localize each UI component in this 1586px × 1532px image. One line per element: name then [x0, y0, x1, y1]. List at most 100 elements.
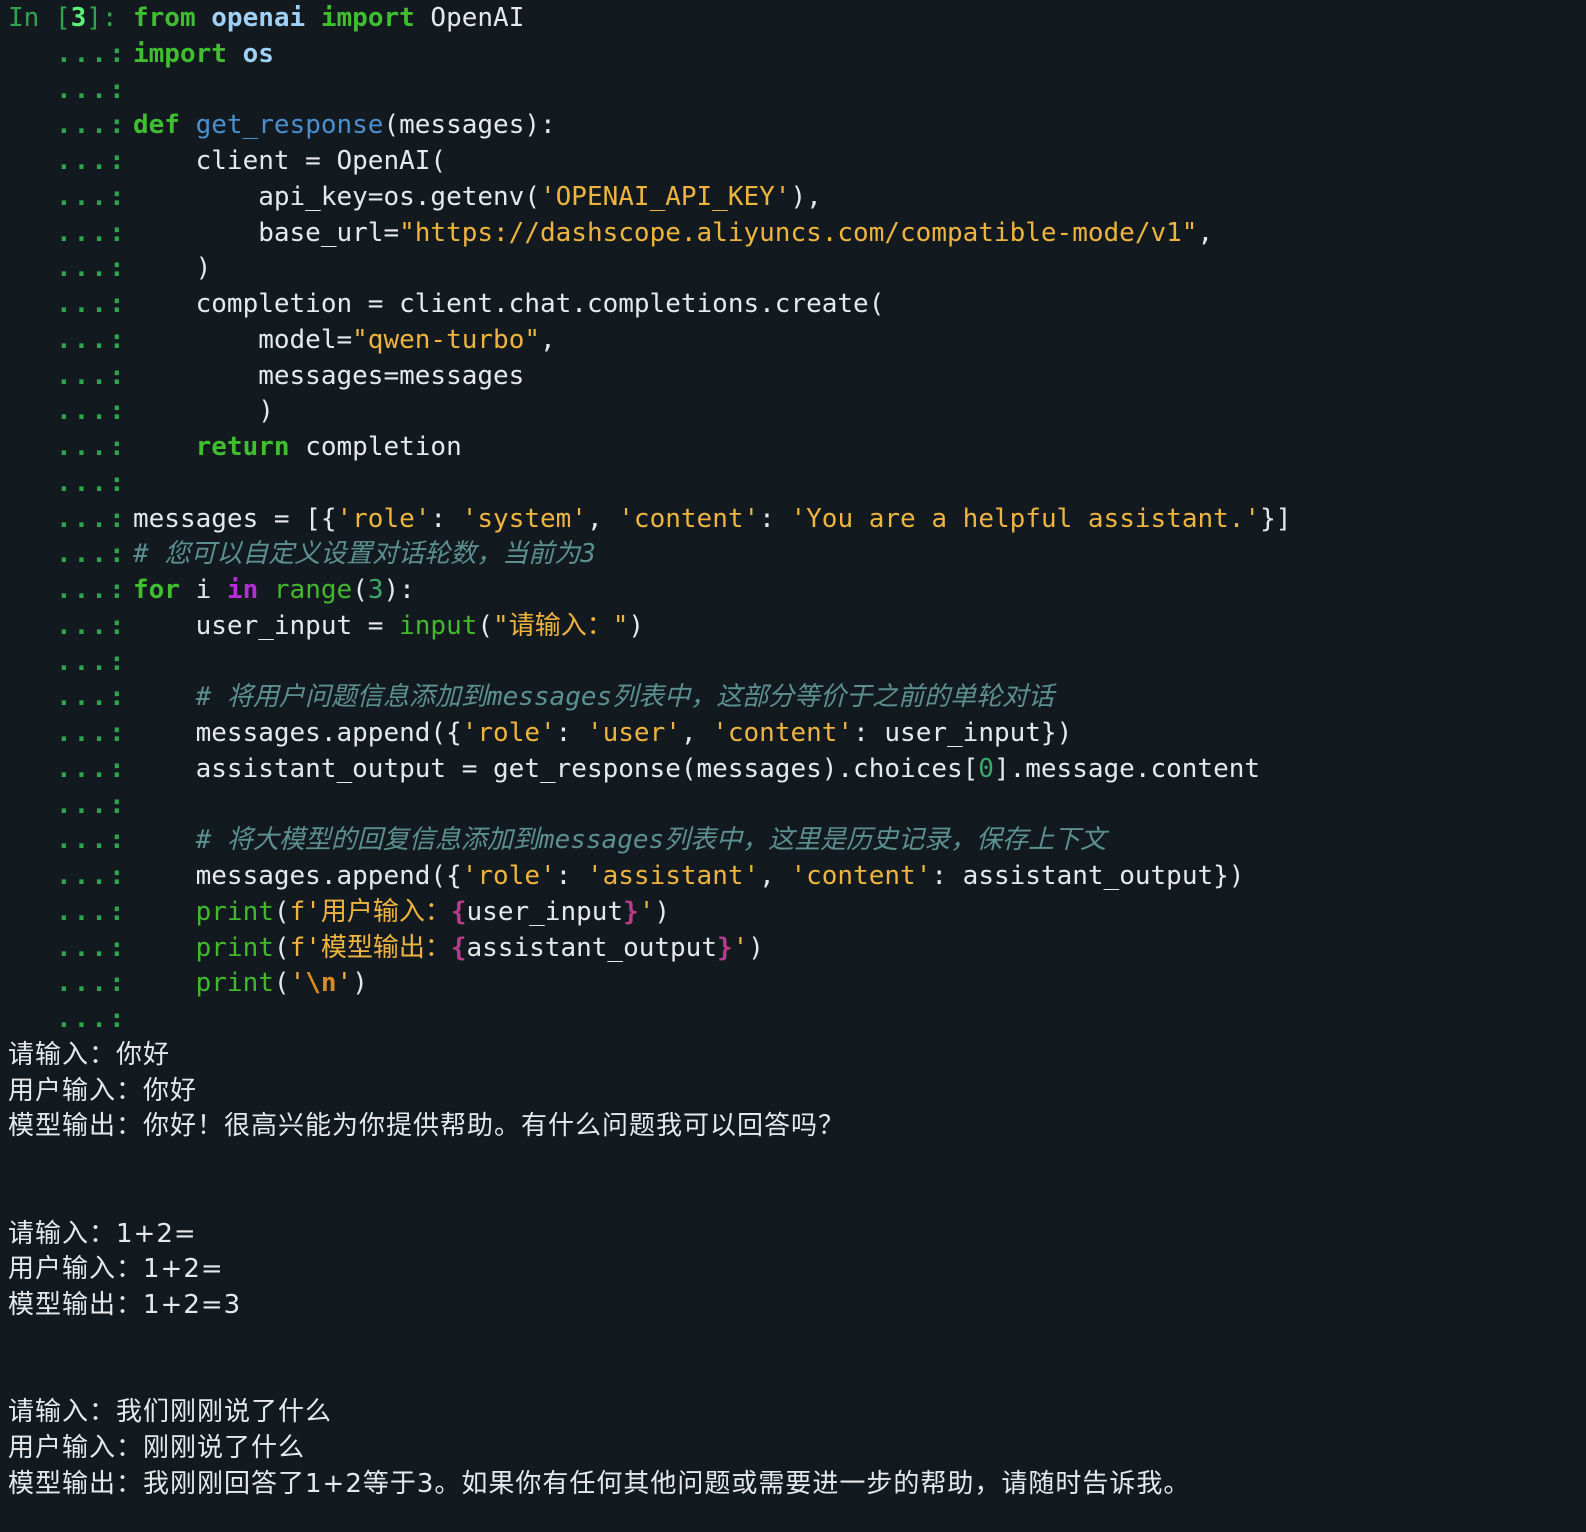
- continuation-marker: ...:: [56, 753, 127, 784]
- code-token-str: f'模型输出：: [289, 932, 451, 963]
- code-token-interp: }: [716, 932, 733, 963]
- code-token-str: 'content': [618, 503, 760, 534]
- code-token-plain: ): [133, 396, 274, 427]
- continuation-marker: ...:: [56, 646, 127, 677]
- continuation-marker: ...:: [56, 610, 127, 641]
- code-line: ...: print('\n'): [8, 965, 1578, 1001]
- output-line: 请输入：你好: [8, 1039, 171, 1070]
- code-token-plain: (: [273, 896, 290, 927]
- code-token-plain: completion = client.chat.completions.cre…: [133, 289, 885, 319]
- code-line: In [3]: from openai import OpenAI: [8, 0, 1578, 36]
- continuation-marker: ...:: [56, 503, 127, 534]
- code-line: ...: model="qwen-turbo",: [8, 322, 1578, 358]
- code-token-plain: ,: [680, 718, 713, 748]
- output-line: 请输入：1+2=: [8, 1218, 197, 1249]
- code-token-plain: model=: [133, 324, 353, 355]
- continuation-prompt: ...:: [8, 1001, 133, 1037]
- code-token-plain: completion: [289, 432, 462, 462]
- continuation-marker: ...:: [56, 825, 127, 856]
- code-token-esc: \n: [305, 968, 337, 999]
- continuation-prompt: ...:: [8, 930, 133, 966]
- continuation-marker: ...:: [56, 253, 127, 284]
- continuation-prompt: ...:: [8, 751, 133, 787]
- code-line: ...: for i in range(3):: [8, 572, 1578, 608]
- code-token-kw: return: [195, 432, 290, 462]
- continuation-marker: ...:: [56, 181, 127, 212]
- code-token-builtin: input: [399, 610, 478, 641]
- code-line: ...: import os: [8, 36, 1578, 72]
- code-token-str: ': [732, 932, 749, 963]
- code-line: ...: print(f'用户输入：{user_input}'): [8, 894, 1578, 930]
- code-token-interp: {: [450, 932, 467, 963]
- code-token-plain: (: [352, 575, 368, 605]
- code-cell[interactable]: In [3]: from openai import OpenAI...: imp…: [8, 0, 1578, 1037]
- continuation-prompt: ...:: [8, 787, 133, 823]
- code-token-str: 'role': [461, 861, 556, 891]
- code-token-comment: # 将大模型的回复信息添加到messages列表中，这里是历史记录，保存上下文: [195, 825, 1107, 856]
- code-token-plain: : assistant_output}): [931, 861, 1245, 891]
- code-token-kw: for: [133, 575, 180, 605]
- continuation-marker: ...:: [56, 432, 127, 462]
- code-line: ...: messages.append({'role': 'assistant…: [8, 858, 1578, 894]
- code-token-plain: ),: [790, 181, 822, 212]
- code-token-plain: assistant_output: [466, 932, 717, 963]
- code-token-plain: messages.append({: [133, 718, 462, 748]
- code-token-str: 'role': [461, 718, 556, 748]
- code-line: ...: return completion: [8, 429, 1578, 465]
- continuation-prompt: ...:: [8, 894, 133, 930]
- continuation-prompt: ...:: [8, 215, 133, 251]
- code-line: ...: assistant_output = get_response(mes…: [8, 751, 1578, 787]
- code-token-kw: import: [133, 38, 227, 69]
- code-line: ...: ): [8, 393, 1578, 429]
- continuation-marker: ...:: [56, 324, 127, 355]
- output-line: 模型输出：1+2=3: [8, 1290, 242, 1320]
- output-line: 请输入：我们刚刚说了什么: [8, 1397, 333, 1428]
- code-token-plain: messages.append({: [133, 861, 462, 891]
- continuation-prompt: ...:: [8, 858, 133, 894]
- code-token-str: 'You are a helpful assistant.': [790, 503, 1261, 534]
- continuation-prompt: ...:: [8, 572, 133, 608]
- code-token-plain: ,: [540, 324, 556, 355]
- code-line: ...:: [8, 72, 1578, 108]
- continuation-marker: ...:: [56, 861, 127, 891]
- continuation-prompt: ...:: [8, 393, 133, 429]
- continuation-marker: ...:: [56, 110, 127, 141]
- continuation-marker: ...:: [56, 896, 127, 927]
- code-token-num: 0: [978, 753, 994, 784]
- code-token-plain: :: [555, 718, 587, 748]
- continuation-marker: ...:: [56, 718, 127, 748]
- cell-output: 请输入：你好 用户输入：你好 模型输出：你好！很高兴能为你提供帮助。有什么问题我可以…: [8, 1037, 1578, 1502]
- code-token-str: ': [336, 968, 353, 999]
- output-line: 用户输入：1+2=: [8, 1254, 224, 1285]
- code-token-plain: ):: [383, 575, 415, 605]
- input-prompt: In [3]:: [8, 0, 133, 36]
- code-token-str: 'system': [461, 503, 587, 534]
- continuation-prompt: ...:: [8, 36, 133, 72]
- continuation-prompt: ...:: [8, 107, 133, 143]
- continuation-marker: ...:: [56, 396, 127, 427]
- continuation-prompt: ...:: [8, 179, 133, 215]
- continuation-prompt: ...:: [8, 965, 133, 1001]
- code-line: ...: messages = [{'role': 'system', 'cont…: [8, 501, 1578, 537]
- continuation-prompt: ...:: [8, 72, 133, 108]
- code-line: ...: # 将大模型的回复信息添加到messages列表中，这里是历史记录，保…: [8, 822, 1578, 858]
- code-token-str: 'role': [336, 503, 431, 534]
- code-line: ...: messages.append({'role': 'user', 'c…: [8, 715, 1578, 751]
- code-token-interp: }: [623, 896, 639, 927]
- continuation-prompt: ...:: [8, 679, 133, 715]
- code-line: ...: messages=messages: [8, 358, 1578, 394]
- code-token-builtin: print: [195, 896, 274, 927]
- continuation-prompt: ...:: [8, 429, 133, 465]
- code-token-plain: (: [273, 968, 290, 999]
- code-token-plain: (: [477, 610, 494, 641]
- code-token-builtin: range: [273, 575, 353, 605]
